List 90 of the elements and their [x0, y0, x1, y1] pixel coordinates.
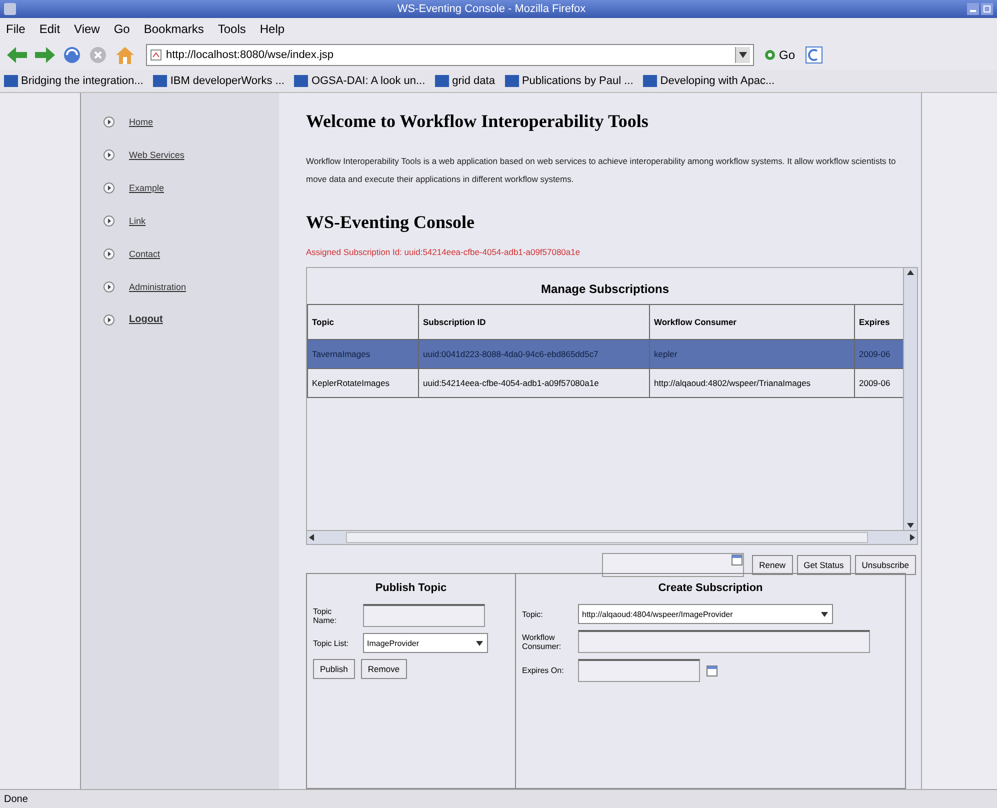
action-button[interactable]: Get Status — [796, 555, 851, 575]
nav-link[interactable]: Contact — [129, 248, 160, 258]
menu-item[interactable]: File — [6, 22, 26, 36]
menu-item[interactable]: Go — [114, 22, 130, 36]
menu-item[interactable]: Tools — [218, 22, 246, 36]
intro-paragraph: Workflow Interoperability Tools is a web application based on web services to achieve interoperability among workflow systems. It allow workflow scientists to move data and execute their applications in different workflow systems. — [306, 155, 897, 186]
panel-title: Create Subscription — [657, 581, 764, 596]
go-icon — [764, 49, 776, 61]
bullet-icon — [103, 280, 115, 292]
field-label: Topic: — [522, 610, 544, 618]
menu-item[interactable]: Bookmarks — [144, 22, 204, 36]
bookmark-item[interactable]: Publications by Paul ... — [504, 75, 634, 87]
form-button[interactable]: Remove — [360, 659, 407, 679]
dropdown-icon[interactable] — [475, 638, 484, 648]
field-label: Workflow Consumer: — [522, 632, 562, 650]
nav-link[interactable]: Example — [129, 182, 164, 192]
bookmark-icon — [294, 75, 308, 87]
nav-link[interactable]: Link — [129, 216, 146, 226]
bullet-icon — [103, 116, 115, 128]
action-button[interactable]: Renew — [752, 555, 793, 575]
bullet-icon — [103, 314, 115, 326]
bullet-icon — [103, 248, 115, 260]
date-field[interactable] — [602, 553, 744, 577]
bookmark-item[interactable]: Bridging the integration... — [4, 75, 144, 87]
home-icon[interactable] — [114, 45, 136, 65]
nav-link[interactable]: Logout — [129, 314, 163, 325]
horizontal-scrollbar[interactable] — [307, 530, 917, 544]
bullet-icon — [103, 148, 115, 160]
table-title: Manage Subscriptions — [540, 281, 670, 298]
nav-link[interactable]: Web Services — [129, 150, 184, 160]
vertical-scrollbar[interactable] — [903, 268, 917, 530]
bookmark-icon — [4, 75, 18, 87]
table-cell: kepler — [650, 340, 854, 368]
topic-name-field[interactable] — [363, 604, 485, 627]
consumer-field[interactable] — [578, 630, 870, 653]
page-icon — [150, 49, 162, 61]
assigned-id-text: Assigned Subscription Id: uuid:54214eea-cfbe-4054-adb1-a09f57080a1e — [306, 247, 582, 257]
page-heading: Welcome to Workflow Interoperability Tools — [306, 111, 650, 132]
table-cell: uuid:0041d223-8088-4da0-94c6-ebd865dd5c7 — [418, 340, 650, 368]
bookmark-item[interactable]: IBM developerWorks ... — [153, 75, 284, 87]
bookmark-item[interactable]: grid data — [435, 75, 495, 87]
nav-link[interactable]: Administration — [129, 282, 186, 292]
forward-icon[interactable] — [34, 46, 56, 64]
maximize-icon[interactable] — [981, 3, 993, 15]
form-button[interactable]: Publish — [313, 659, 355, 679]
window-title: WS-Eventing Console - Mozilla Firefox — [396, 3, 587, 15]
address-field[interactable]: http://localhost:8080/wse/index.jsp — [146, 44, 754, 66]
reload-icon[interactable] — [62, 45, 82, 65]
table-cell: 2009-06 — [854, 340, 903, 368]
scrollbar-thumb[interactable] — [346, 532, 868, 543]
menu-item[interactable]: Help — [260, 22, 285, 36]
minimize-icon[interactable] — [967, 3, 979, 15]
menu-item[interactable]: View — [74, 22, 100, 36]
nav-link[interactable]: Home — [129, 116, 154, 126]
action-button[interactable]: Unsubscribe — [854, 555, 916, 575]
bookmark-icon — [153, 75, 168, 87]
dropdown-icon[interactable] — [735, 47, 750, 63]
column-header: Topic — [308, 304, 418, 340]
calendar-icon[interactable] — [731, 554, 744, 566]
menu-item[interactable]: Edit — [39, 22, 60, 36]
table-cell: TavernaImages — [308, 340, 418, 368]
go-button[interactable]: Go — [760, 48, 800, 62]
dropdown-icon[interactable] — [820, 610, 829, 618]
field-label: Expires On: — [522, 666, 565, 675]
bookmark-item[interactable]: OGSA-DAI: A look un... — [294, 75, 426, 87]
scroll-left-icon[interactable] — [307, 533, 316, 542]
expires-field[interactable] — [578, 659, 700, 682]
panel-title: Publish Topic — [374, 581, 448, 596]
bookmark-icon — [504, 75, 519, 87]
bullet-icon — [103, 182, 115, 194]
bullet-icon — [103, 214, 115, 226]
column-header: Subscription ID — [418, 304, 650, 340]
table-cell: uuid:54214eea-cfbe-4054-adb1-a09f57080a1e — [418, 368, 650, 398]
calendar-icon[interactable] — [706, 664, 718, 676]
table-cell: KeplerRotateImages — [308, 368, 418, 398]
topic-list-select[interactable]: ImageProvider — [363, 633, 488, 653]
search-engine-icon[interactable] — [805, 46, 824, 64]
back-icon[interactable] — [6, 46, 28, 64]
section-heading: WS-Eventing Console — [306, 212, 476, 233]
bookmark-icon — [435, 75, 450, 87]
field-label: Topic List: — [313, 638, 350, 648]
scroll-up-icon[interactable] — [906, 268, 915, 277]
bookmark-icon — [643, 75, 658, 87]
table-cell: http://alqaoud:4802/wspeer/TrianaImages — [650, 368, 854, 398]
status-text: Done — [4, 794, 28, 804]
field-label: Topic Name: — [313, 606, 338, 624]
scroll-right-icon[interactable] — [908, 533, 917, 542]
column-header: Workflow Consumer — [650, 304, 854, 340]
bookmark-item[interactable]: Developing with Apac... — [643, 75, 775, 87]
topic-select[interactable]: http://alqaoud:4804/wspeer/ImageProvider — [578, 604, 833, 624]
